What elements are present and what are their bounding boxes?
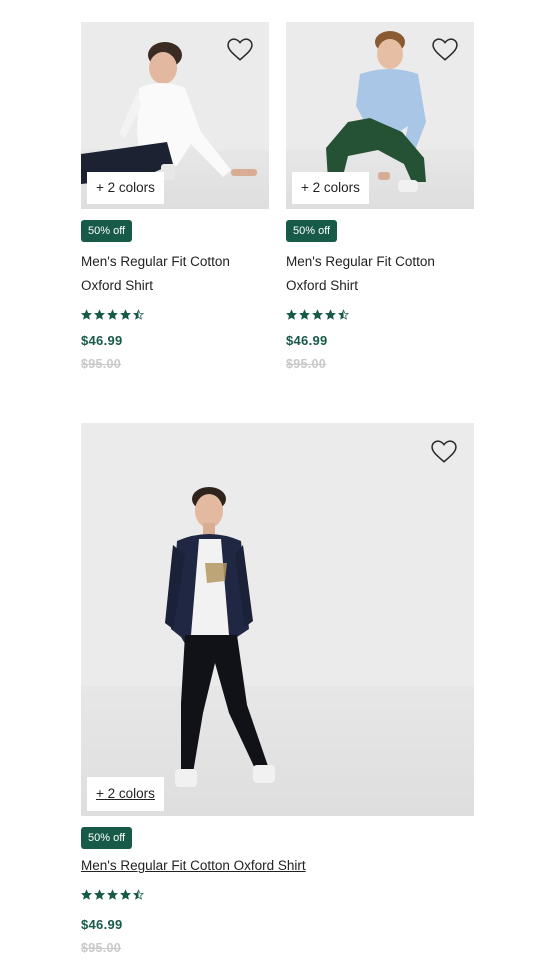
star-half-icon (133, 308, 144, 320)
discount-badge: 50% off (81, 220, 133, 242)
product-title[interactable]: Men's Regular Fit Cotton Oxford Shirt (81, 854, 474, 878)
sale-price: $46.99 (286, 333, 328, 348)
star-full-icon (94, 888, 105, 900)
star-half-icon (133, 888, 144, 900)
colors-count-label: + 2 colors (96, 180, 155, 195)
colors-count-button[interactable]: + 2 colors (87, 777, 164, 811)
wishlist-heart-icon[interactable] (227, 38, 253, 62)
star-full-icon (107, 308, 118, 320)
product-card-3[interactable]: + 2 colors 50% off Men's Regular Fit Cot… (81, 423, 474, 955)
product-image[interactable]: + 2 colors (286, 22, 474, 209)
star-full-icon (94, 308, 105, 320)
original-price: $95.00 (81, 941, 122, 955)
star-full-icon (81, 308, 92, 320)
product-title-line-2: Oxford Shirt (286, 278, 359, 293)
rating-stars (81, 308, 269, 320)
colors-count-button[interactable]: + 2 colors (87, 172, 164, 204)
star-full-icon (120, 888, 131, 900)
product-card-1[interactable]: + 2 colors 50% off Men's Regular Fit Cot… (81, 22, 269, 371)
product-title-line-2: Oxford Shirt (81, 278, 154, 293)
discount-badge: 50% off (286, 220, 338, 242)
star-full-icon (81, 888, 92, 900)
rating-stars (286, 308, 474, 320)
sale-price: $46.99 (81, 917, 123, 932)
model-figure-standing-navy-jacket (165, 487, 275, 787)
star-full-icon (299, 308, 310, 320)
star-full-icon (107, 888, 118, 900)
wishlist-heart-icon[interactable] (431, 440, 457, 464)
colors-count-button[interactable]: + 2 colors (292, 172, 369, 204)
star-half-icon (338, 308, 349, 320)
product-title[interactable]: Men's Regular Fit Cotton Oxford Shirt (286, 250, 474, 298)
sale-price: $46.99 (81, 333, 123, 348)
product-title-line-1: Men's Regular Fit Cotton (286, 254, 435, 269)
star-full-icon (325, 308, 336, 320)
original-price: $95.00 (81, 357, 122, 371)
wishlist-heart-icon[interactable] (432, 38, 458, 62)
rating-stars (81, 888, 474, 900)
star-full-icon (312, 308, 323, 320)
product-card-2[interactable]: + 2 colors 50% off Men's Regular Fit Cot… (286, 22, 474, 371)
original-price: $95.00 (286, 357, 327, 371)
colors-count-label: + 2 colors (301, 180, 360, 195)
product-title[interactable]: Men's Regular Fit Cotton Oxford Shirt (81, 250, 269, 298)
product-image[interactable]: + 2 colors (81, 22, 269, 209)
star-full-icon (120, 308, 131, 320)
discount-badge: 50% off (81, 827, 133, 849)
colors-count-label: + 2 colors (96, 786, 155, 801)
product-image[interactable]: + 2 colors (81, 423, 474, 816)
product-title-line-1: Men's Regular Fit Cotton (81, 254, 230, 269)
star-full-icon (286, 308, 297, 320)
